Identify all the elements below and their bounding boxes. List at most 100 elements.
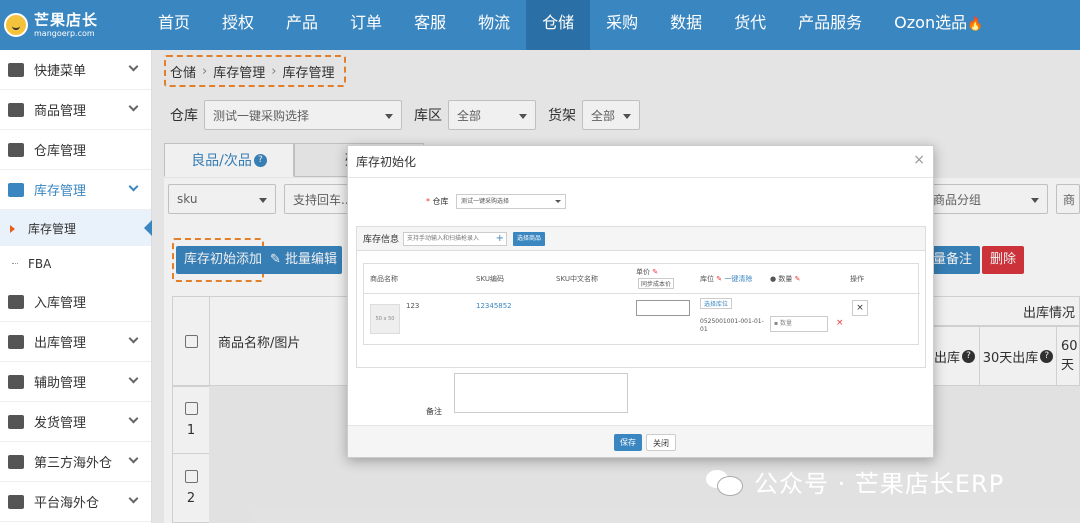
sidebar-item-label: 库存管理	[34, 184, 87, 199]
sidebar-item-products[interactable]: 商品管理	[0, 90, 151, 130]
edit-icon[interactable]: ✎	[652, 268, 658, 276]
nav-service[interactable]: 客服	[398, 0, 462, 50]
watermark: 公众号 · 芒果店长ERP	[706, 464, 1004, 499]
nav-data[interactable]: 数据	[654, 0, 718, 50]
sidebar-item-warehouse[interactable]: 仓库管理	[0, 130, 151, 170]
modal-warehouse-label: * 仓库	[426, 197, 449, 206]
sidebar-item-quick-menu[interactable]: 快捷菜单	[0, 50, 151, 90]
chevron-down-icon	[128, 373, 139, 384]
caret-down-icon	[555, 200, 561, 206]
chevron-down-icon	[128, 101, 139, 112]
col-label: 单价	[636, 268, 650, 276]
brand-logo[interactable]: 芒果店长 mangoerp.com	[0, 0, 152, 50]
location-code: 0525001001-001-01-01	[700, 318, 764, 333]
remove-location-icon[interactable]: ×	[836, 318, 844, 328]
nav-products[interactable]: 产品	[270, 0, 334, 50]
sidebar-item-outbound[interactable]: 出库管理	[0, 322, 151, 362]
stock-info-title: 库存信息	[363, 235, 400, 245]
main-nav: 首页 授权 产品 订单 客服 物流 仓储 采购 数据 货代 产品服务 Ozon选…	[142, 0, 999, 50]
col-sku: SKU编码	[476, 275, 504, 283]
sidebar-item-label: 出库管理	[34, 336, 87, 351]
plus-icon[interactable]: +	[496, 233, 504, 245]
sidebar-item-inbound[interactable]: 入库管理	[0, 282, 151, 322]
sidebar-item-label: 快捷菜单	[34, 64, 87, 79]
col-product-name: 商品名称	[370, 275, 398, 283]
nav-orders[interactable]: 订单	[334, 0, 398, 50]
nav-product-service[interactable]: 产品服务	[782, 0, 878, 50]
help-icon[interactable]: ●	[770, 275, 776, 283]
mango-mascot-icon	[4, 13, 28, 37]
delete-row-icon[interactable]: ×	[852, 300, 868, 316]
sidebar-item-third-party[interactable]: 第三方海外仓	[0, 442, 151, 482]
select-location-button[interactable]: 选择库位	[700, 298, 733, 309]
col-operation: 操作	[850, 275, 864, 283]
modal-table: 商品名称 SKU编码 SKU中文名称 单价 ✎ 同步成本价 库位 ✎ 一键清除 …	[363, 263, 920, 345]
col-unit-price: 单价 ✎	[636, 267, 658, 277]
clear-all-link[interactable]: 一键清除	[724, 275, 752, 283]
sync-cost-button[interactable]: 同步成本价	[638, 278, 675, 289]
chevron-down-icon	[128, 181, 139, 192]
quantity-placeholder: 数量	[779, 320, 792, 327]
col-label: 库位	[700, 275, 714, 283]
col-location: 库位 ✎ 一键清除	[700, 274, 752, 284]
save-button[interactable]: 保存	[614, 434, 642, 451]
box-icon	[8, 494, 24, 509]
unit-price-input[interactable]	[636, 300, 690, 316]
quantity-input[interactable]: ▪ 数量	[770, 316, 828, 332]
chevron-down-icon	[128, 453, 139, 464]
modal-warehouse-label-text: 仓库	[432, 197, 449, 206]
chevron-down-icon	[128, 61, 139, 72]
sidebar-subitem-inventory[interactable]: 库存管理	[0, 210, 152, 246]
sidebar: 快捷菜单 商品管理 仓库管理 库存管理 库存管理 FBA 入库管理 出库管理 辅…	[0, 50, 152, 523]
fire-icon: 🔥	[967, 17, 984, 32]
sidebar-item-label: 发货管理	[34, 416, 87, 431]
chevron-down-icon	[128, 413, 139, 424]
remark-textarea[interactable]	[454, 373, 628, 413]
sidebar-item-label: 平台海外仓	[34, 496, 100, 511]
sidebar-item-shipping[interactable]: 发货管理	[0, 402, 151, 442]
sidebar-item-platform[interactable]: 平台海外仓	[0, 482, 151, 522]
sidebar-item-label: 第三方海外仓	[34, 456, 113, 471]
select-product-button[interactable]: 选择商品	[513, 231, 546, 246]
wechat-icon	[706, 468, 744, 496]
remark-label: 备注	[426, 407, 442, 416]
stock-info-header: 库存信息 支持手动输入和扫描枪录入 + 选择商品	[357, 227, 925, 251]
nav-home[interactable]: 首页	[142, 0, 206, 50]
inventory-init-modal: 库存初始化 × * 仓库 测试一键采购选择 库存信息 支持手动输入和扫描枪录入 +…	[347, 145, 934, 458]
sidebar-item-label: 商品管理	[34, 104, 87, 119]
sku-code[interactable]: 12345852	[476, 302, 512, 310]
nav-auth[interactable]: 授权	[206, 0, 270, 50]
edit-icon[interactable]: ✎	[795, 275, 801, 283]
sidebar-item-auxiliary[interactable]: 辅助管理	[0, 362, 151, 402]
scan-input[interactable]: 支持手动输入和扫描枪录入 +	[403, 231, 508, 246]
product-name: 123	[406, 302, 420, 310]
scan-placeholder: 支持手动输入和扫描枪录入	[407, 234, 480, 242]
stock-info-panel: 库存信息 支持手动输入和扫描枪录入 + 选择商品 商品名称 SKU编码 SKU中文…	[356, 226, 926, 368]
nav-warehouse[interactable]: 仓储	[526, 0, 591, 50]
chevron-down-icon	[128, 333, 139, 344]
brand-domain: mangoerp.com	[34, 29, 95, 38]
col-quantity: ● 数量 ✎	[770, 274, 800, 284]
nav-ozon-label: Ozon选品	[894, 13, 968, 32]
close-icon[interactable]: ×	[913, 152, 925, 168]
list-icon	[8, 182, 24, 197]
sidebar-item-label: 辅助管理	[34, 376, 87, 391]
warehouse-icon	[8, 334, 24, 349]
nav-logistics[interactable]: 物流	[462, 0, 526, 50]
sidebar-item-inventory[interactable]: 库存管理	[0, 170, 151, 210]
gear-icon	[8, 62, 24, 77]
nav-purchase[interactable]: 采购	[590, 0, 654, 50]
edit-icon[interactable]: ✎	[716, 275, 722, 283]
sidebar-subitem-fba[interactable]: FBA	[0, 246, 151, 282]
nav-forwarder[interactable]: 货代	[718, 0, 782, 50]
modal-warehouse-select[interactable]: 测试一键采购选择	[456, 194, 566, 209]
nav-ozon[interactable]: Ozon选品🔥	[878, 0, 999, 50]
box-icon	[8, 414, 24, 429]
sidebar-item-label: 入库管理	[34, 296, 87, 311]
modal-warehouse-value: 测试一键采购选择	[461, 198, 510, 205]
close-button[interactable]: 关闭	[646, 434, 676, 451]
brand-name: 芒果店长	[34, 11, 99, 29]
chevron-down-icon	[128, 493, 139, 504]
col-label: 数量	[778, 275, 793, 283]
box-icon	[8, 102, 24, 117]
